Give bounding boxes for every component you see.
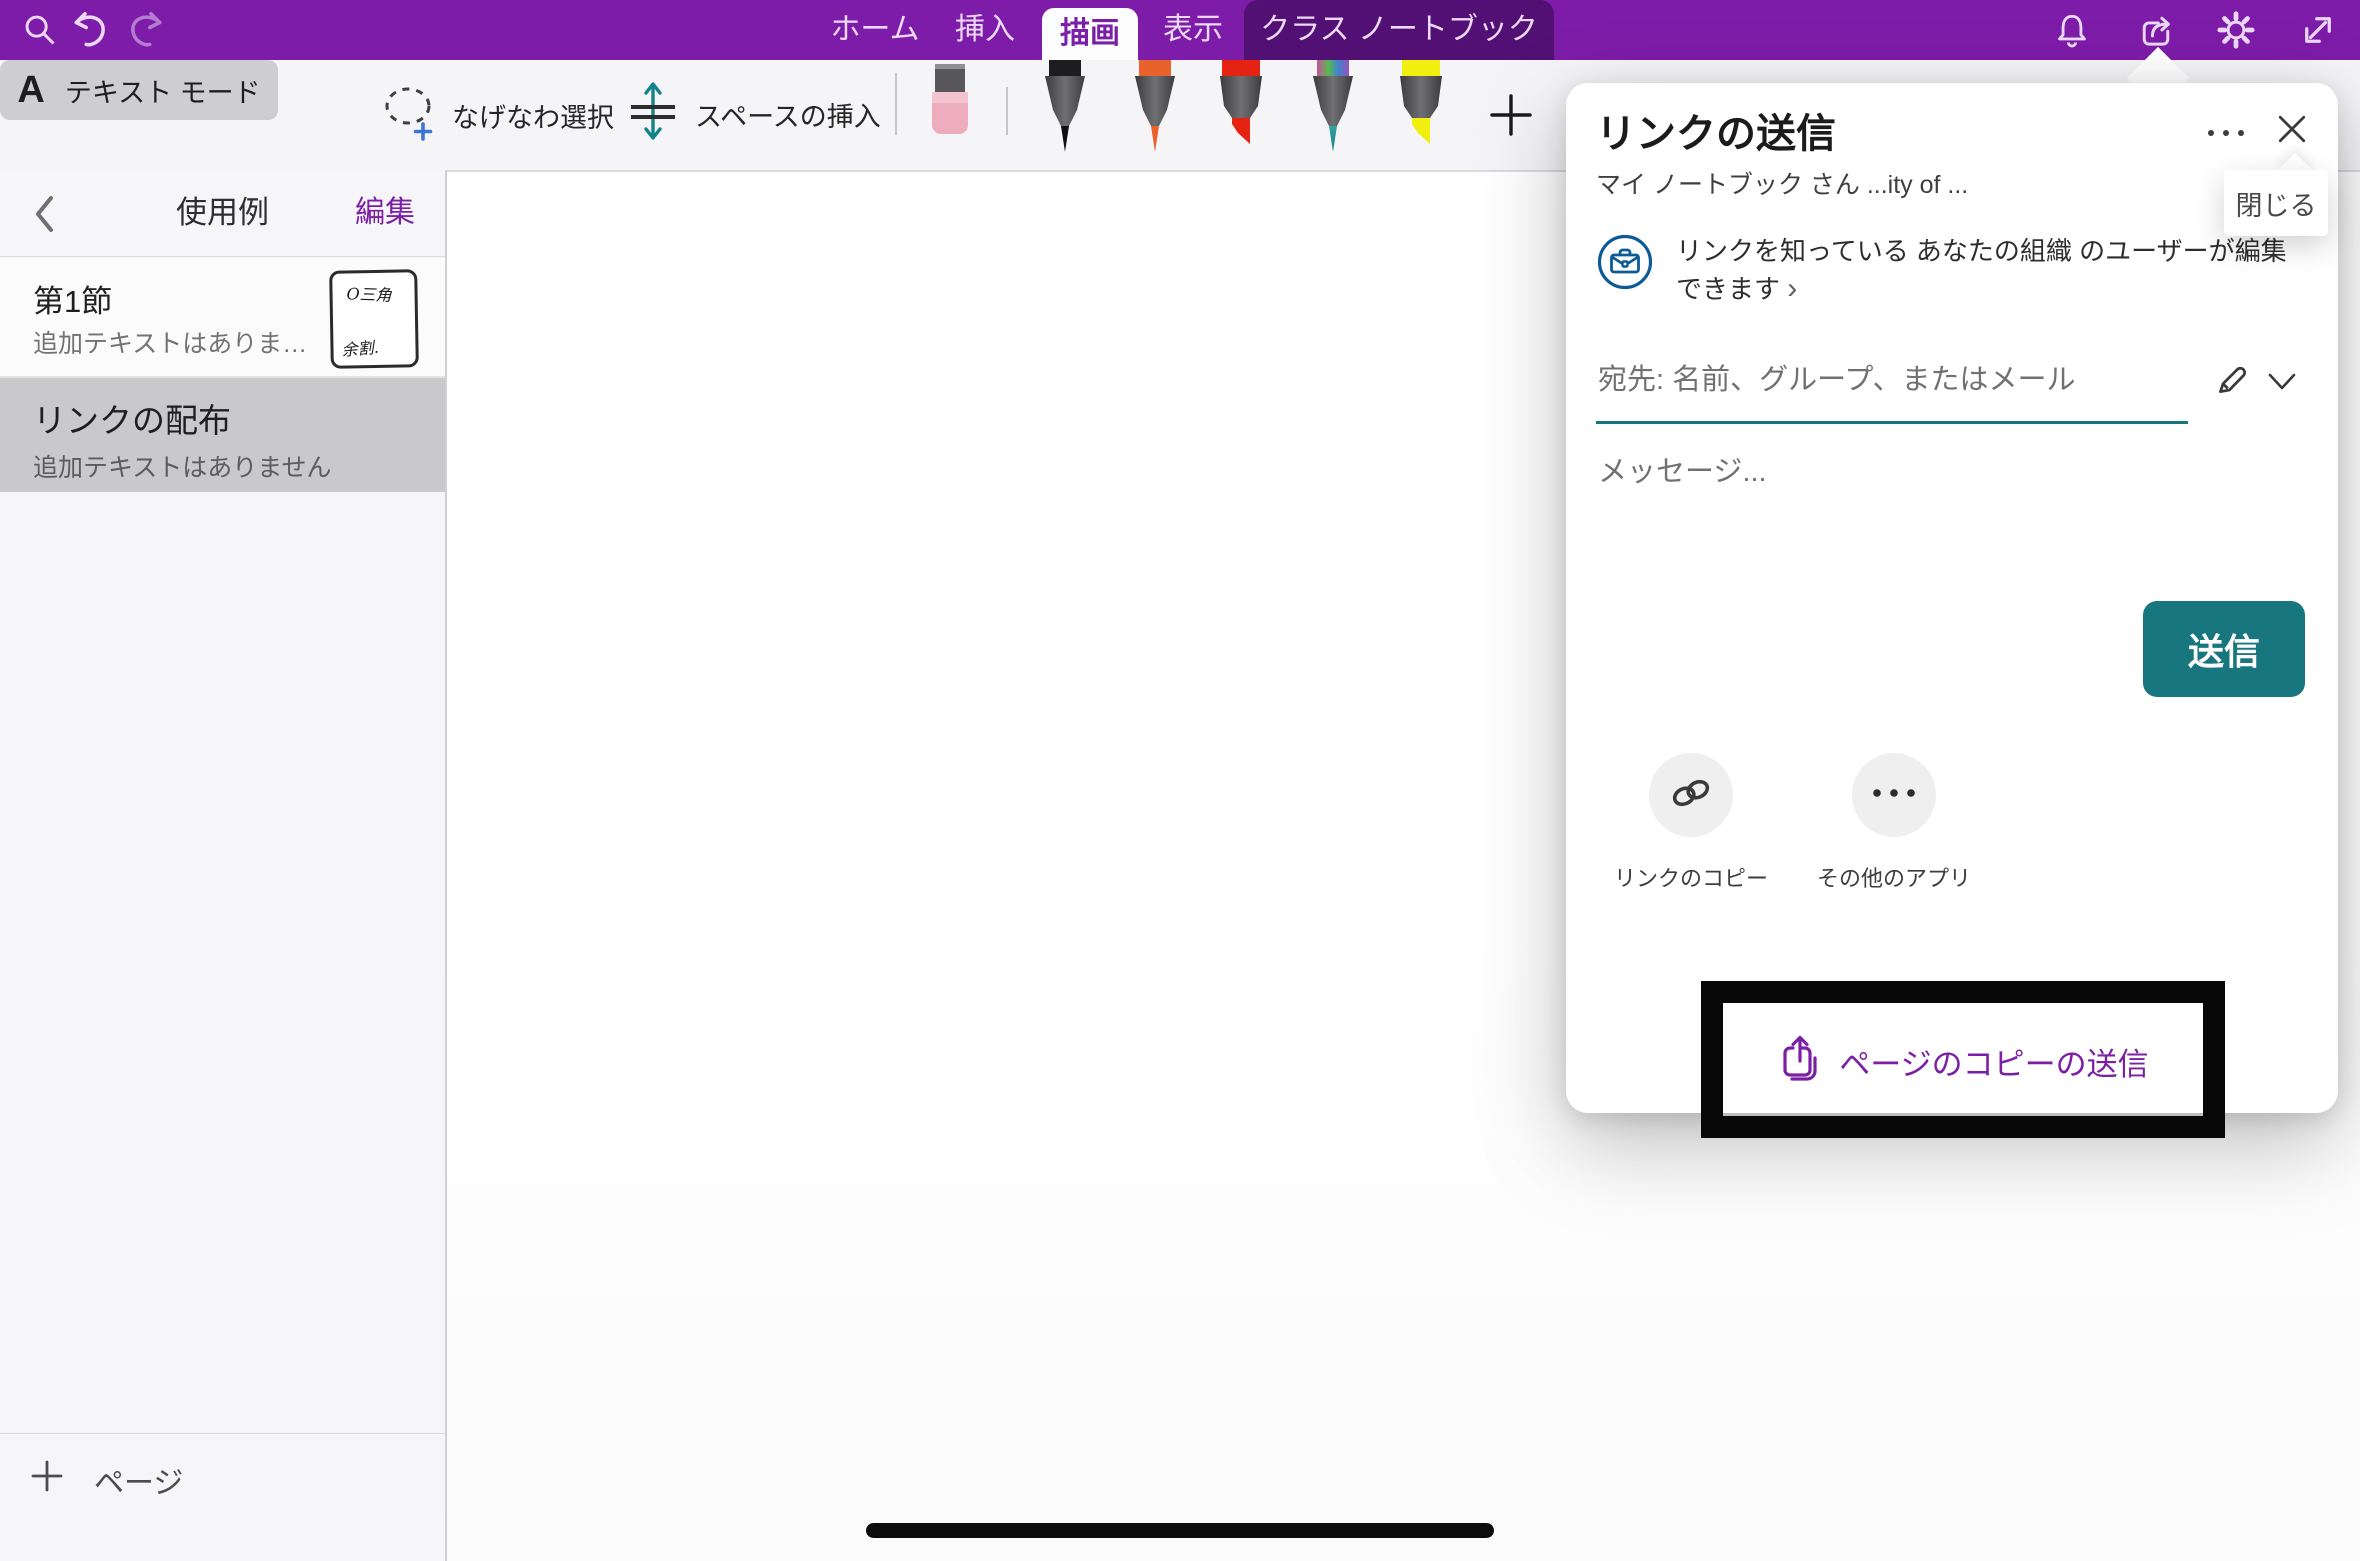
eraser-tool[interactable]	[928, 64, 972, 143]
briefcase-icon	[1596, 233, 1654, 296]
more-apps-label: その他のアプリ	[1804, 861, 1984, 893]
thumbnail-handwriting: O三角	[346, 280, 392, 306]
search-icon[interactable]	[20, 10, 60, 50]
tab-home[interactable]: ホーム	[820, 0, 930, 60]
black-pen-tool[interactable]	[1036, 60, 1094, 160]
page-item-section1[interactable]: 第1節 追加テキストはありま… O三角 余割.	[0, 258, 445, 378]
page-item-title: リンクの配布	[33, 394, 231, 442]
toolbar-divider	[895, 73, 897, 135]
permission-row[interactable]: リンクを知っている あなたの組織 のユーザーが編集できます ›	[1596, 233, 2296, 308]
tab-insert[interactable]: 挿入	[950, 0, 1020, 60]
toolbar-divider	[1006, 87, 1008, 135]
sidebar-header: 使用例 編集	[0, 170, 445, 257]
ellipsis-icon	[1871, 786, 1917, 804]
page-item-link-distribution[interactable]: リンクの配布 追加テキストはありません	[0, 378, 445, 492]
send-button[interactable]: 送信	[2143, 601, 2305, 697]
expand-icon[interactable]	[2298, 10, 2338, 50]
page-list-sidebar: 使用例 編集 第1節 追加テキストはありま… O三角 余割. リンクの配布 追加…	[0, 170, 447, 1561]
galaxy-pen-tool[interactable]	[1304, 60, 1362, 160]
more-apps-button[interactable]	[1852, 753, 1936, 837]
send-link-dialog: リンクの送信 マイ ノートブック さん ...ity of ... リンクを知っ…	[1566, 83, 2338, 1113]
edit-button[interactable]: 編集	[355, 170, 415, 256]
copy-link-button[interactable]	[1649, 753, 1733, 837]
onenote-app: ホーム 挿入 描画 表示 クラス ノートブック A テキスト モード なげなわ選…	[0, 0, 2360, 1561]
dialog-subtitle: マイ ノートブック さん ...ity of ...	[1596, 165, 1968, 201]
share-icon[interactable]	[2136, 10, 2176, 50]
add-page-button[interactable]: ページ	[30, 1458, 183, 1502]
home-indicator[interactable]	[866, 1523, 1494, 1538]
copy-link-label: リンクのコピー	[1601, 861, 1781, 893]
tab-draw[interactable]: 描画	[1042, 8, 1138, 60]
undo-icon[interactable]	[70, 10, 110, 50]
more-options-button[interactable]	[2196, 113, 2256, 153]
tab-class-notebook[interactable]: クラス ノートブック	[1244, 0, 1554, 60]
link-icon	[1667, 772, 1715, 819]
chevron-right-icon: ›	[1787, 272, 1797, 305]
dialog-title: リンクの送信	[1596, 101, 1836, 159]
add-pen-button[interactable]	[1488, 92, 1534, 143]
insert-space-label: スペースの挿入	[695, 95, 881, 134]
page-item-title: 第1節	[33, 276, 112, 321]
orange-pen-tool[interactable]	[1126, 60, 1184, 160]
send-page-copy-label: ページのコピーの送信	[1839, 1039, 2148, 1084]
tab-view[interactable]: 表示	[1158, 0, 1228, 60]
plus-icon	[30, 1459, 64, 1501]
redo-icon[interactable]	[126, 10, 166, 50]
to-field-underline	[1596, 421, 2188, 424]
pencil-icon[interactable]	[2212, 359, 2252, 404]
yellow-highlighter-tool[interactable]	[1392, 60, 1450, 160]
lasso-select-button[interactable]: なげなわ選択	[382, 82, 614, 149]
insert-space-button[interactable]: スペースの挿入	[625, 80, 881, 149]
text-mode-label: テキスト モード	[65, 71, 261, 110]
share-page-icon	[1777, 1033, 1823, 1090]
page-thumbnail: O三角 余割.	[329, 269, 419, 369]
chevron-down-icon[interactable]	[2266, 371, 2298, 398]
lasso-icon	[382, 82, 438, 149]
page-item-subtitle: 追加テキストはありません	[33, 448, 332, 484]
text-mode-a-glyph: A	[17, 69, 44, 112]
to-recipients-input[interactable]	[1596, 363, 2160, 398]
thumbnail-handwriting: 余割.	[341, 334, 380, 361]
app-top-bar: ホーム 挿入 描画 表示 クラス ノートブック	[0, 0, 2360, 60]
insert-space-icon	[625, 80, 681, 149]
send-page-copy-button[interactable]: ページのコピーの送信	[1723, 1023, 2203, 1099]
page-item-subtitle: 追加テキストはありま…	[33, 324, 307, 360]
close-icon[interactable]	[2268, 105, 2316, 153]
red-highlighter-tool[interactable]	[1212, 60, 1270, 160]
add-page-label: ページ	[94, 1458, 183, 1502]
close-tooltip: 閉じる	[2224, 170, 2328, 236]
lasso-label: なげなわ選択	[452, 96, 614, 135]
message-input[interactable]	[1596, 455, 2200, 490]
permission-text: リンクを知っている あなたの組織 のユーザーが編集できます	[1676, 236, 2287, 304]
bell-icon[interactable]	[2052, 10, 2092, 50]
text-mode-button[interactable]: A テキスト モード	[0, 60, 278, 120]
gear-icon[interactable]	[2216, 10, 2256, 50]
add-page-section: ページ	[0, 1433, 445, 1434]
